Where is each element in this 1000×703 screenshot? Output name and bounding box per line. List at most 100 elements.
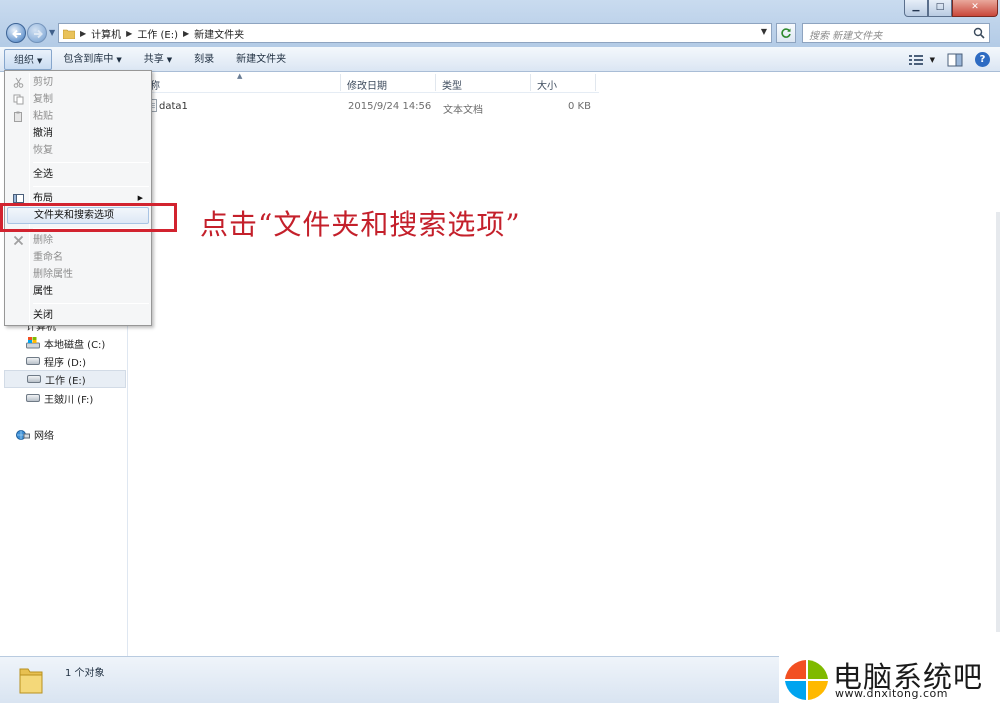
command-toolbar: 组织 ▼ 包含到库中 ▼ 共享 ▼ 刻录 新建文件夹 ▼ ? [0,47,1000,72]
refresh-icon [781,28,791,38]
menu-item-select-all[interactable]: 全选 [7,166,149,183]
delete-x-icon [13,235,24,246]
preview-pane-icon[interactable] [947,53,963,67]
chevron-down-icon: ▼ [116,55,122,64]
menu-item-label: 属性 [33,286,53,297]
chevron-down-icon: ▼ [929,55,935,64]
back-button[interactable] [6,23,26,43]
scissors-icon [13,77,24,88]
nav-network[interactable]: 网络 [16,427,54,442]
system-drive-icon [26,337,40,349]
file-list-area: ▲ 称 修改日期 类型 大小 data1 2015/9/24 14:56 文本文… [129,72,1000,656]
maximize-button[interactable]: □ [928,0,952,17]
change-view-button[interactable]: ▼ [908,53,935,67]
nav-drive-e[interactable]: 工作 (E:) [4,370,126,388]
menu-separator [33,162,149,163]
column-header-size[interactable]: 大小 [537,77,557,92]
file-size: 0 KB [568,101,591,112]
column-header-type[interactable]: 类型 [442,77,462,92]
folder-icon [19,668,43,694]
menu-item-label: 删除属性 [33,269,73,280]
column-header-date[interactable]: 修改日期 [347,77,387,92]
burn-button[interactable]: 刻录 [183,49,225,70]
menu-item-label: 剪切 [33,77,53,88]
paste-icon [14,111,22,122]
menu-item-paste[interactable]: 粘贴 [7,108,149,125]
arrow-right-icon [34,29,43,39]
menu-item-properties[interactable]: 属性 [7,283,149,300]
menu-item-undo[interactable]: 撤消 [7,125,149,142]
breadcrumb-separator-icon: ▶ [182,28,190,38]
file-name: data1 [159,101,188,112]
column-divider[interactable] [435,74,436,91]
arrow-left-icon [12,29,21,39]
search-icon[interactable] [973,27,985,39]
view-list-icon [908,54,923,65]
sort-ascending-icon: ▲ [237,72,243,80]
search-input[interactable]: 搜索 新建文件夹 [802,23,990,43]
nav-drive-d[interactable]: 程序 (D:) [4,352,126,370]
file-row[interactable]: data1 2015/9/24 14:56 文本文档 0 KB [129,99,599,117]
search-placeholder: 搜索 新建文件夹 [809,31,883,42]
history-dropdown-icon[interactable]: ▼ [49,28,55,37]
forward-button[interactable] [27,23,47,43]
menu-item-label: 复制 [33,94,53,105]
organize-label: 组织 [14,54,34,66]
menu-separator [33,303,149,304]
file-type: 文本文档 [443,105,483,116]
network-icon [16,429,30,440]
menu-separator [33,186,149,187]
scrollbar[interactable] [996,212,1000,632]
menu-item-label: 恢复 [33,145,53,156]
hard-drive-icon [26,394,40,402]
menu-item-rename[interactable]: 重命名 [7,249,149,266]
breadcrumb-computer[interactable]: 计算机 [91,26,121,41]
column-divider[interactable] [595,74,596,91]
column-divider[interactable] [340,74,341,91]
menu-item-redo[interactable]: 恢复 [7,142,149,159]
breadcrumb-separator-icon: ▶ [126,28,133,38]
include-library-label: 包含到库中 [63,53,114,65]
column-divider[interactable] [530,74,531,91]
nav-drive-c[interactable]: 本地磁盘 (C:) [4,334,126,352]
breadcrumb-drive-e[interactable]: 工作 (E:) [137,26,178,41]
windows-logo-icon [785,660,828,700]
share-button[interactable]: 共享 ▼ [133,49,183,70]
share-label: 共享 [143,53,164,65]
menu-item-close[interactable]: 关闭 [7,307,149,324]
menu-item-label: 全选 [33,169,53,180]
address-field[interactable]: ▶ 计算机 ▶ 工作 (E:) ▶ 新建文件夹 ▼ [58,23,772,43]
address-dropdown-icon[interactable]: ▼ [761,27,767,36]
column-headers: ▲ 称 修改日期 类型 大小 [129,72,599,93]
instruction-callout: 点击“文件夹和搜索选项” [200,208,521,241]
close-button[interactable]: ✕ [952,0,998,17]
nav-drive-f[interactable]: 王皴川 (F:) [4,389,126,407]
menu-item-cut[interactable]: 剪切 [7,74,149,91]
nav-drive-label: 本地磁盘 (C:) [44,339,106,351]
watermark: 电脑系统吧 www.dnxitong.com [779,656,1000,703]
nav-drive-label: 程序 (D:) [44,357,87,369]
menu-item-label: 重命名 [33,252,63,263]
hard-drive-icon [27,375,41,383]
organize-menu: 剪切 复制 粘贴 撤消 恢复 全选 布局 ▶ 文件夹和搜索选项 删除 重命名 删… [4,70,152,326]
menu-item-copy[interactable]: 复制 [7,91,149,108]
include-in-library-button[interactable]: 包含到库中 ▼ [52,49,132,70]
chevron-down-icon: ▼ [37,56,43,65]
breadcrumb-new-folder[interactable]: 新建文件夹 [194,26,244,41]
status-item-count: 1 个对象 [65,668,105,679]
address-bar-area: ▁ □ ✕ ▼ ▶ 计算机 ▶ 工作 (E:) ▶ 新建文件夹 ▼ 搜索 新建文… [0,0,1000,47]
help-icon[interactable]: ? [975,52,990,67]
menu-item-label: 撤消 [33,128,53,139]
minimize-button[interactable]: ▁ [904,0,928,17]
nav-drive-label: 工作 (E:) [45,375,86,387]
refresh-button[interactable] [776,23,796,43]
menu-item-remove-properties[interactable]: 删除属性 [7,266,149,283]
menu-item-label: 删除 [33,235,53,246]
organize-button[interactable]: 组织 ▼ [4,48,53,70]
hard-drive-icon [26,357,40,365]
menu-item-delete[interactable]: 删除 [7,232,149,249]
new-folder-button[interactable]: 新建文件夹 [225,49,297,70]
watermark-url: www.dnxitong.com [835,687,948,700]
copy-icon [13,94,24,105]
highlight-box [0,203,177,232]
